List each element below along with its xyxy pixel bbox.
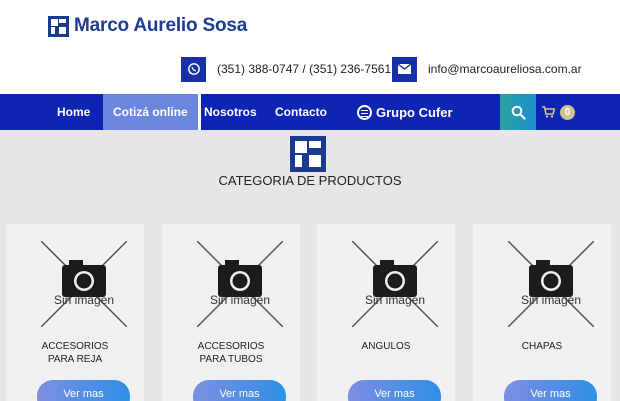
no-image-label: Sin imágen	[520, 293, 582, 307]
envelope-icon	[392, 56, 417, 82]
camera-crossed-icon	[507, 240, 595, 328]
no-image-placeholder: Sin imágen	[40, 240, 128, 328]
product-name: CHAPAS	[521, 341, 563, 352]
product-card[interactable]: Sin imágen CHAPAS Ver mas	[473, 224, 611, 401]
no-image-label: Sin imágen	[53, 293, 115, 307]
ver-mas-button[interactable]: Ver mas	[37, 380, 130, 401]
brand-name: Marco Aurelio Sosa	[74, 15, 248, 36]
ver-mas-button[interactable]: Ver mas	[504, 380, 597, 401]
nav-home[interactable]: Home	[57, 94, 90, 130]
camera-crossed-icon	[40, 240, 128, 328]
no-image-label: Sin imágen	[209, 293, 271, 307]
product-card[interactable]: Sin imágen ACCESORIOS PARA TUBOS Ver mas	[162, 224, 300, 401]
category-section: CATEGORIA DE PRODUCTOS Sin imágen ACCESO…	[0, 130, 620, 401]
phone-contact[interactable]: (351) 388-0747 / (351) 236-7561	[181, 55, 391, 83]
no-image-placeholder: Sin imágen	[196, 240, 284, 328]
grupo-cufer-link[interactable]: Grupo Cufer	[357, 94, 453, 130]
nav-nosotros[interactable]: Nosotros	[204, 94, 257, 130]
site-header: Marco Aurelio Sosa (351) 388-0747 / (351…	[0, 0, 620, 94]
cart-count-badge: 0	[560, 104, 575, 120]
ver-mas-button[interactable]: Ver mas	[348, 380, 441, 401]
no-image-placeholder: Sin imágen	[351, 240, 439, 328]
product-name: ACCESORIOS PARA TUBOS	[197, 341, 265, 365]
search-icon	[511, 105, 526, 120]
category-title: CATEGORIA DE PRODUCTOS	[218, 173, 402, 188]
brand-link[interactable]: Marco Aurelio Sosa	[48, 15, 247, 37]
nav-cotiza-online[interactable]: Cotizá online	[103, 94, 201, 130]
grupo-cufer-label: Grupo Cufer	[376, 104, 453, 120]
no-image-placeholder: Sin imágen	[507, 240, 595, 328]
ver-mas-button[interactable]: Ver mas	[193, 380, 286, 401]
nav-contacto[interactable]: Contacto	[275, 94, 327, 130]
phone-text: (351) 388-0747 / (351) 236-7561	[217, 62, 392, 76]
search-button[interactable]	[500, 94, 536, 130]
no-image-label: Sin imágen	[364, 293, 426, 307]
whatsapp-icon	[181, 56, 206, 82]
brand-logo-icon	[48, 15, 69, 37]
email-contact[interactable]: info@marcoaureliosa.com.ar	[392, 55, 582, 83]
camera-crossed-icon	[196, 240, 284, 328]
cart-button[interactable]: 0	[542, 94, 575, 130]
product-name: ACCESORIOS PARA REJA	[41, 341, 109, 365]
email-text: info@marcoaureliosa.com.ar	[428, 62, 582, 76]
product-name: ANGULOS	[361, 341, 411, 352]
cart-icon	[542, 106, 555, 118]
product-card[interactable]: Sin imágen ANGULOS Ver mas	[317, 224, 455, 401]
camera-crossed-icon	[351, 240, 439, 328]
grupo-cufer-icon	[357, 104, 372, 120]
product-card[interactable]: Sin imágen ACCESORIOS PARA REJA Ver mas	[6, 224, 144, 401]
category-logo-icon	[290, 136, 326, 172]
main-nav: Home Cotizá online Nosotros Contacto Gru…	[0, 94, 620, 130]
